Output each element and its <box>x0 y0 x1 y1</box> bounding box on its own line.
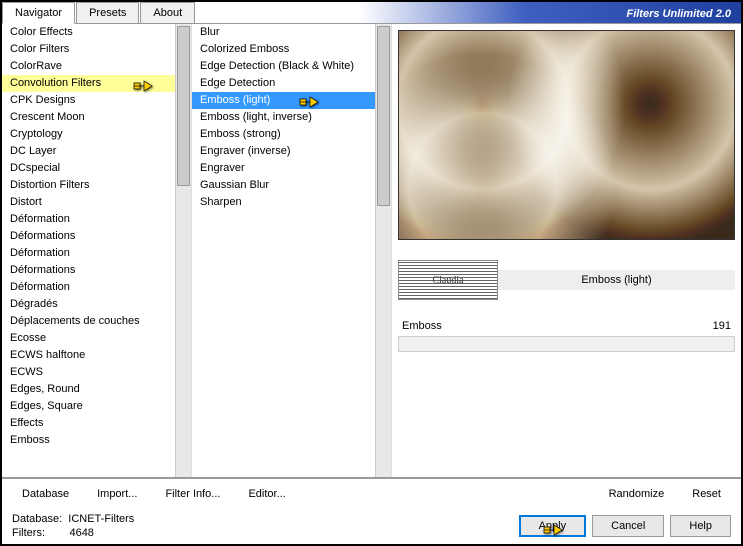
preview-image <box>398 30 735 240</box>
param-emboss-slider[interactable] <box>398 336 735 352</box>
category-item[interactable]: Crescent Moon <box>2 109 175 126</box>
category-item[interactable]: Cryptology <box>2 126 175 143</box>
randomize-button[interactable]: Randomize <box>595 485 679 503</box>
dialog-buttons: Apply Cancel Help <box>519 515 731 537</box>
status-info: Database: ICNET-Filters Filters: 4648 <box>12 512 134 540</box>
import-button[interactable]: Import... <box>83 485 151 503</box>
database-button[interactable]: Database <box>8 485 83 503</box>
cancel-button[interactable]: Cancel <box>592 515 664 537</box>
scrollbar-thumb[interactable] <box>177 26 190 186</box>
category-item[interactable]: Déformation <box>2 211 175 228</box>
editor-button[interactable]: Editor... <box>234 485 299 503</box>
filter-item[interactable]: Blur <box>192 24 375 41</box>
category-list[interactable]: Color EffectsColor FiltersColorRaveConvo… <box>2 24 175 477</box>
filter-item[interactable]: Emboss (light, inverse) <box>192 109 375 126</box>
filter-item[interactable]: Engraver <box>192 160 375 177</box>
tab-bar: Navigator Presets About <box>2 2 196 23</box>
category-item[interactable]: ECWS <box>2 364 175 381</box>
category-item[interactable]: CPK Designs <box>2 92 175 109</box>
tab-presets[interactable]: Presets <box>76 2 139 23</box>
category-item[interactable]: Ecosse <box>2 330 175 347</box>
category-item[interactable]: Convolution Filters <box>2 75 175 92</box>
app-title: Filters Unlimited 2.0 <box>196 2 741 23</box>
category-item[interactable]: Distort <box>2 194 175 211</box>
category-item[interactable]: Emboss <box>2 432 175 449</box>
category-item[interactable]: Color Effects <box>2 24 175 41</box>
category-item[interactable]: Déformation <box>2 245 175 262</box>
reset-button[interactable]: Reset <box>678 485 735 503</box>
filter-item[interactable]: Gaussian Blur <box>192 177 375 194</box>
category-item[interactable]: Déplacements de couches <box>2 313 175 330</box>
filter-scrollbar[interactable] <box>375 24 391 477</box>
filter-info-button[interactable]: Filter Info... <box>151 485 234 503</box>
category-item[interactable]: Distortion Filters <box>2 177 175 194</box>
header: Navigator Presets About Filters Unlimite… <box>2 2 741 24</box>
filter-item[interactable]: Emboss (light) <box>192 92 375 109</box>
category-item[interactable]: Déformations <box>2 262 175 279</box>
filter-column: BlurColorized EmbossEdge Detection (Blac… <box>192 24 392 477</box>
param-label: Emboss <box>402 320 442 332</box>
watermark-icon: Claudia <box>398 260 498 300</box>
category-scrollbar[interactable] <box>175 24 191 477</box>
filter-item[interactable]: Emboss (strong) <box>192 126 375 143</box>
filter-item[interactable]: Engraver (inverse) <box>192 143 375 160</box>
scrollbar-thumb[interactable] <box>377 26 390 206</box>
filter-item[interactable]: Edge Detection (Black & White) <box>192 58 375 75</box>
filter-title-row: Claudia Emboss (light) <box>398 260 735 300</box>
toolbar: Database Import... Filter Info... Editor… <box>2 478 741 508</box>
main-area: Color EffectsColor FiltersColorRaveConvo… <box>2 24 741 478</box>
category-item[interactable]: Color Filters <box>2 41 175 58</box>
preview-pane: Claudia Emboss (light) Emboss 191 <box>392 24 741 477</box>
category-column: Color EffectsColor FiltersColorRaveConvo… <box>2 24 192 477</box>
category-item[interactable]: DCspecial <box>2 160 175 177</box>
category-item[interactable]: Dégradés <box>2 296 175 313</box>
category-item[interactable]: Déformations <box>2 228 175 245</box>
help-button[interactable]: Help <box>670 515 731 537</box>
category-item[interactable]: Déformation <box>2 279 175 296</box>
category-item[interactable]: Edges, Round <box>2 381 175 398</box>
filter-item[interactable]: Sharpen <box>192 194 375 211</box>
category-item[interactable]: Effects <box>2 415 175 432</box>
category-item[interactable]: ECWS halftone <box>2 347 175 364</box>
apply-button[interactable]: Apply <box>519 515 587 537</box>
filter-item[interactable]: Edge Detection <box>192 75 375 92</box>
status-bar: Database: ICNET-Filters Filters: 4648 Ap… <box>2 508 741 544</box>
filter-list[interactable]: BlurColorized EmbossEdge Detection (Blac… <box>192 24 375 477</box>
category-item[interactable]: ColorRave <box>2 58 175 75</box>
filter-item[interactable]: Colorized Emboss <box>192 41 375 58</box>
param-value: 191 <box>713 320 731 332</box>
category-item[interactable]: DC Layer <box>2 143 175 160</box>
selected-filter-label: Emboss (light) <box>498 270 735 290</box>
param-emboss: Emboss 191 <box>398 320 735 332</box>
tab-about[interactable]: About <box>140 2 195 23</box>
category-item[interactable]: Edges, Square <box>2 398 175 415</box>
tab-navigator[interactable]: Navigator <box>2 2 75 24</box>
